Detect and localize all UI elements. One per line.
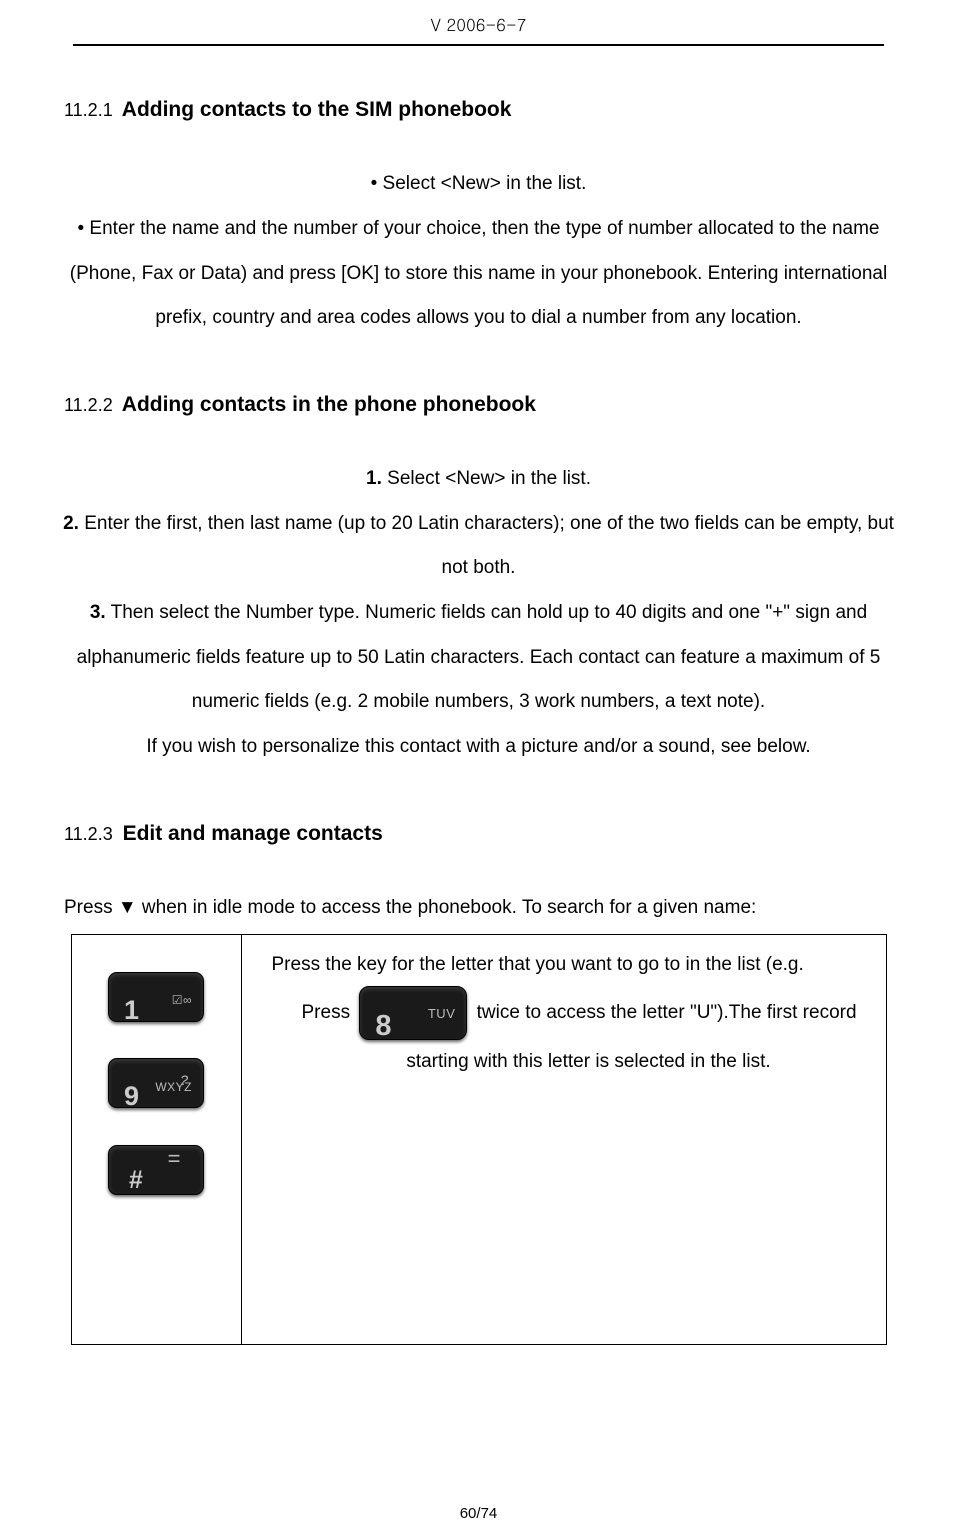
cell-right-desc: Press the key for the letter that you wa… [241,934,886,1344]
desc-after: twice to access the letter "U").The firs… [477,1002,857,1023]
heading-title: Adding contacts in the phone phonebook [122,393,536,416]
sec2-item2: 2. Enter the first, then last name (up t… [52,502,905,591]
list-text-2: Enter the first, then last name (up to 2… [79,513,894,579]
list-text-3: Then select the Number type. Numeric fie… [77,602,881,712]
sec2-item1: 1. Select <New> in the list. [52,457,905,502]
heading-num: 11.2.1 [64,100,113,120]
desc-line1: Press the key for the letter that you wa… [252,943,876,987]
page-footer: 60/74 [0,1505,957,1522]
sec3-intro: Press ▼ when in idle mode to access the … [52,886,905,931]
key-sub: ☑∞ [172,987,192,1015]
desc-line3: starting with this letter is selected in… [252,1040,876,1084]
phone-key-9: 9 ? WXYZ [108,1058,204,1108]
key-digit: 1 [124,979,139,1041]
cell-left-keys: 1 ☑∞ 9 ? WXYZ # = [71,934,241,1344]
heading-11-2-2: 11.2.2 Adding contacts in the phone phon… [52,381,905,429]
sec2-closing: If you wish to personalize this contact … [52,725,905,770]
table-row: 1 ☑∞ 9 ? WXYZ # = Press the key for the … [71,934,886,1344]
phone-key-1: 1 ☑∞ [108,972,204,1022]
phone-key-hash: # = [108,1145,204,1195]
key-sub: TUV [428,999,456,1029]
desc-press: Press [302,1002,356,1023]
search-name-table: 1 ☑∞ 9 ? WXYZ # = Press the key for the … [71,934,887,1345]
heading-title: Adding contacts to the SIM phonebook [122,98,512,121]
list-num-2: 2. [63,513,79,534]
key-digit: 8 [375,993,391,1060]
key-digit: 9 [124,1065,139,1127]
header-version: V 2006-6-7 [0,0,957,44]
sec2-item3: 3. Then select the Number type. Numeric … [52,591,905,725]
list-num-1: 1. [366,468,382,489]
heading-title: Edit and manage contacts [123,822,383,845]
list-num-3: 3. [90,602,106,623]
heading-11-2-1: 11.2.1 Adding contacts to the SIM phoneb… [52,86,905,134]
list-text-1: Select <New> in the list. [382,468,591,489]
key-sub: WXYZ [155,1074,192,1102]
heading-11-2-3: 11.2.3 Edit and manage contacts [52,810,905,858]
sec1-bullet1: • Select <New> in the list. [52,162,905,207]
heading-num: 11.2.2 [64,395,113,415]
heading-num: 11.2.3 [64,824,113,844]
key-sub: = [168,1134,181,1185]
content-area: 11.2.1 Adding contacts to the SIM phoneb… [0,86,957,1345]
phone-key-8-inline: 8 TUV [359,986,467,1040]
header-rule [73,44,884,46]
key-digit: # [129,1152,143,1210]
sec1-para: • Enter the name and the number of your … [52,207,905,341]
desc-line2: Press 8 TUV twice to access the letter "… [252,986,876,1040]
